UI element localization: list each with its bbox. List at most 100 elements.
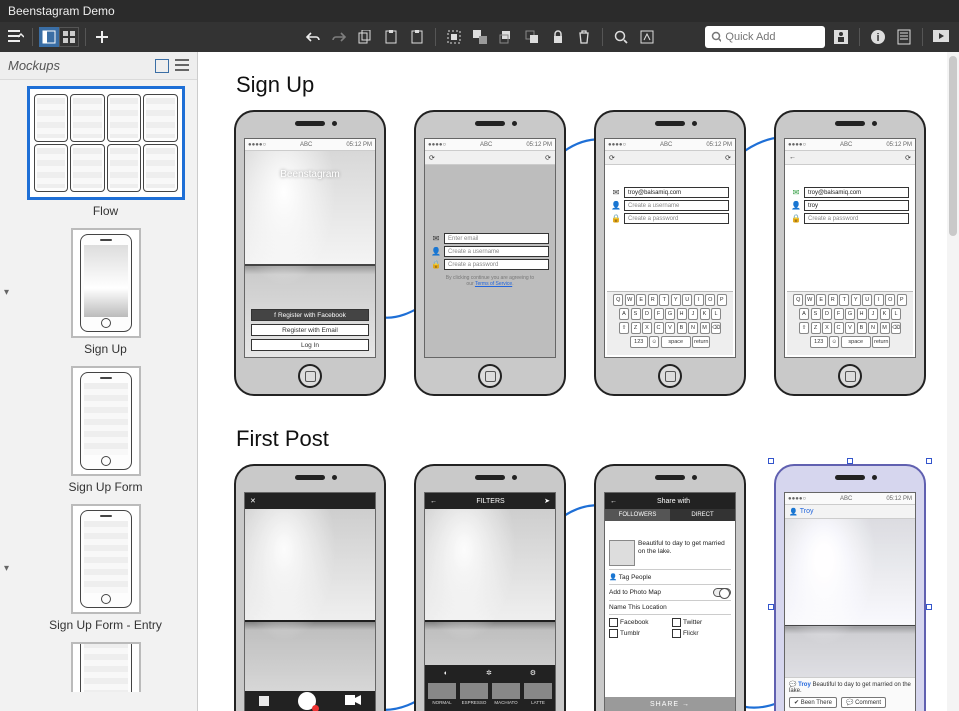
- sidebar-item-next[interactable]: [18, 642, 193, 692]
- terms-text: By clicking continue you are agreeing to…: [431, 275, 549, 287]
- photo-map-row[interactable]: Add to Photo Map: [609, 585, 731, 601]
- email-field[interactable]: troy@balsamiq.com: [804, 187, 909, 198]
- contrast-icon[interactable]: ◐: [444, 670, 448, 677]
- sidebar-item-label: Sign Up Form: [18, 480, 193, 494]
- password-field[interactable]: Create a password: [444, 259, 549, 270]
- zoom-button[interactable]: [611, 26, 631, 48]
- quick-add-search[interactable]: [705, 26, 825, 48]
- settings-icon[interactable]: ⚙: [530, 669, 536, 677]
- video-icon[interactable]: [345, 695, 361, 707]
- search-icon: [711, 31, 721, 43]
- username-field[interactable]: Create a username: [624, 200, 729, 211]
- login-button[interactable]: Log In: [251, 339, 369, 351]
- paste-button[interactable]: [381, 26, 401, 48]
- sidebar-header: Mockups: [0, 52, 197, 80]
- been-there-button[interactable]: ✔ Been There: [789, 697, 837, 708]
- sidebar-item-signup[interactable]: ▾ Sign Up: [18, 228, 193, 356]
- menu-button[interactable]: [6, 26, 26, 48]
- name-location-row[interactable]: Name This Location: [609, 601, 731, 615]
- group-button[interactable]: [444, 26, 464, 48]
- markup-toggle-button[interactable]: [637, 26, 657, 48]
- back-icon[interactable]: ←: [610, 498, 617, 505]
- ungroup-button[interactable]: [470, 26, 490, 48]
- password-field[interactable]: Create a password: [804, 213, 909, 224]
- mockup-signup-form-filled[interactable]: ABC05:12 PM ←⟳ ✉troy@balsamiq.com 👤troy …: [774, 110, 926, 396]
- mockup-signup-form[interactable]: ABC05:12 PM ⟳⟳ ✉Enter email 👤Create a us…: [414, 110, 566, 396]
- sidebar-thumbnails[interactable]: Flow ▾ Sign Up Sign Up Form ▾ Sign Up Fo…: [0, 80, 197, 711]
- tab-direct[interactable]: DIRECT: [670, 509, 735, 521]
- sidebar-item-flow[interactable]: Flow: [18, 86, 193, 218]
- sidebar-item-label: Flow: [18, 204, 193, 218]
- add-button[interactable]: [92, 26, 112, 48]
- filter-strip[interactable]: NORMAL ESPRESSO MACHIATO LATTE: [425, 681, 555, 711]
- gallery-icon[interactable]: [259, 696, 269, 706]
- chevron-down-icon: ▾: [4, 563, 9, 574]
- present-button[interactable]: [931, 26, 951, 48]
- notes-button[interactable]: [894, 26, 914, 48]
- brightness-icon[interactable]: ✲: [486, 669, 492, 677]
- lock-button[interactable]: [548, 26, 568, 48]
- view-sidebar-toggle[interactable]: [39, 27, 59, 47]
- send-back-button[interactable]: [522, 26, 542, 48]
- section-title-firstpost: First Post: [236, 426, 947, 452]
- sidebar-expand-icon[interactable]: [155, 59, 169, 73]
- canvas-scrollbar[interactable]: [947, 52, 959, 711]
- share-flickr-checkbox[interactable]: Flickr: [672, 629, 731, 638]
- share-button[interactable]: SHARE →: [605, 697, 735, 711]
- toggle-photo-map[interactable]: [713, 588, 731, 597]
- password-field[interactable]: Create a password: [624, 213, 729, 224]
- username-field[interactable]: Create a username: [444, 246, 549, 257]
- email-field[interactable]: troy@balsamiq.com: [624, 187, 729, 198]
- mockup-post-feed[interactable]: ABC05:12 PM 👤 Troy 💬 Troy Beautiful to d…: [774, 464, 926, 711]
- keyboard[interactable]: QWERTYUIOP ASDFGHJKL ⇧ZXCVBNM⌫ 123☺space…: [787, 291, 913, 355]
- view-grid-toggle[interactable]: [59, 27, 79, 47]
- caption-text[interactable]: Beautiful to day to get married on the l…: [638, 540, 731, 566]
- camera-bottombar: [245, 691, 375, 711]
- canvas-area[interactable]: Sign Up ABC05:12 PM Beenstagram: [198, 52, 959, 711]
- window-title: Beenstagram Demo: [8, 4, 115, 18]
- mockups-sidebar: Mockups Flow ▾ Sign Up: [0, 52, 198, 711]
- sidebar-title: Mockups: [8, 58, 60, 73]
- clipboard-button[interactable]: [407, 26, 427, 48]
- sidebar-item-signup-form[interactable]: Sign Up Form: [18, 366, 193, 494]
- delete-button[interactable]: [574, 26, 594, 48]
- comment-button[interactable]: 💬 Comment: [841, 697, 886, 708]
- mockup-post-share[interactable]: ← Share with FOLLOWERS DIRECT Beautiful t…: [594, 464, 746, 711]
- mockup-signup-landing[interactable]: ABC05:12 PM Beenstagram fRegister with F…: [234, 110, 386, 396]
- tab-followers[interactable]: FOLLOWERS: [605, 509, 670, 521]
- svg-text:i: i: [876, 32, 879, 44]
- undo-button[interactable]: [303, 26, 323, 48]
- mockup-post-camera[interactable]: ✕: [234, 464, 386, 711]
- mockup-signup-form-entry[interactable]: ABC05:12 PM ⟳⟳ ✉troy@balsamiq.com 👤Creat…: [594, 110, 746, 396]
- redo-button[interactable]: [329, 26, 349, 48]
- tag-people-row[interactable]: 👤 Tag People: [609, 570, 731, 585]
- sidebar-item-signup-form-entry[interactable]: ▾ Sign Up Form - Entry: [18, 504, 193, 632]
- share-twitter-checkbox[interactable]: Twitter: [672, 618, 731, 627]
- close-icon[interactable]: ✕: [250, 497, 256, 505]
- feed-caption: 💬 Troy Beautiful to day to get married o…: [789, 681, 911, 694]
- next-icon[interactable]: ➤: [544, 497, 550, 505]
- shutter-button[interactable]: [298, 692, 316, 710]
- scrollbar-handle[interactable]: [949, 56, 957, 236]
- share-tumblr-checkbox[interactable]: Tumblr: [609, 629, 668, 638]
- project-info-button[interactable]: [831, 26, 851, 48]
- sidebar-item-label: Sign Up: [18, 342, 193, 356]
- bring-front-button[interactable]: [496, 26, 516, 48]
- register-facebook-button[interactable]: fRegister with Facebook: [251, 309, 369, 321]
- keyboard[interactable]: QWERTYUIOP ASDFGHJKL ⇧ZXCVBNM⌫ 123☺space…: [607, 291, 733, 355]
- section-title-signup: Sign Up: [236, 72, 947, 98]
- share-title: Share with: [657, 498, 690, 505]
- sidebar-item-label: Sign Up Form - Entry: [18, 618, 193, 632]
- sidebar-list-icon[interactable]: [175, 59, 189, 71]
- copy-button[interactable]: [355, 26, 375, 48]
- window-titlebar: Beenstagram Demo: [0, 0, 959, 22]
- email-field[interactable]: Enter email: [444, 233, 549, 244]
- info-button[interactable]: i: [868, 26, 888, 48]
- quick-add-input[interactable]: [725, 31, 819, 43]
- username-field[interactable]: troy: [804, 200, 909, 211]
- chevron-down-icon: ▾: [4, 287, 9, 298]
- register-email-button[interactable]: Register with Email: [251, 324, 369, 336]
- mockup-post-filters[interactable]: ←FILTERS➤ ◐ ✲ ⚙ NORMAL ESPRESSO: [414, 464, 566, 711]
- back-icon[interactable]: ←: [430, 498, 437, 505]
- share-facebook-checkbox[interactable]: Facebook: [609, 618, 668, 627]
